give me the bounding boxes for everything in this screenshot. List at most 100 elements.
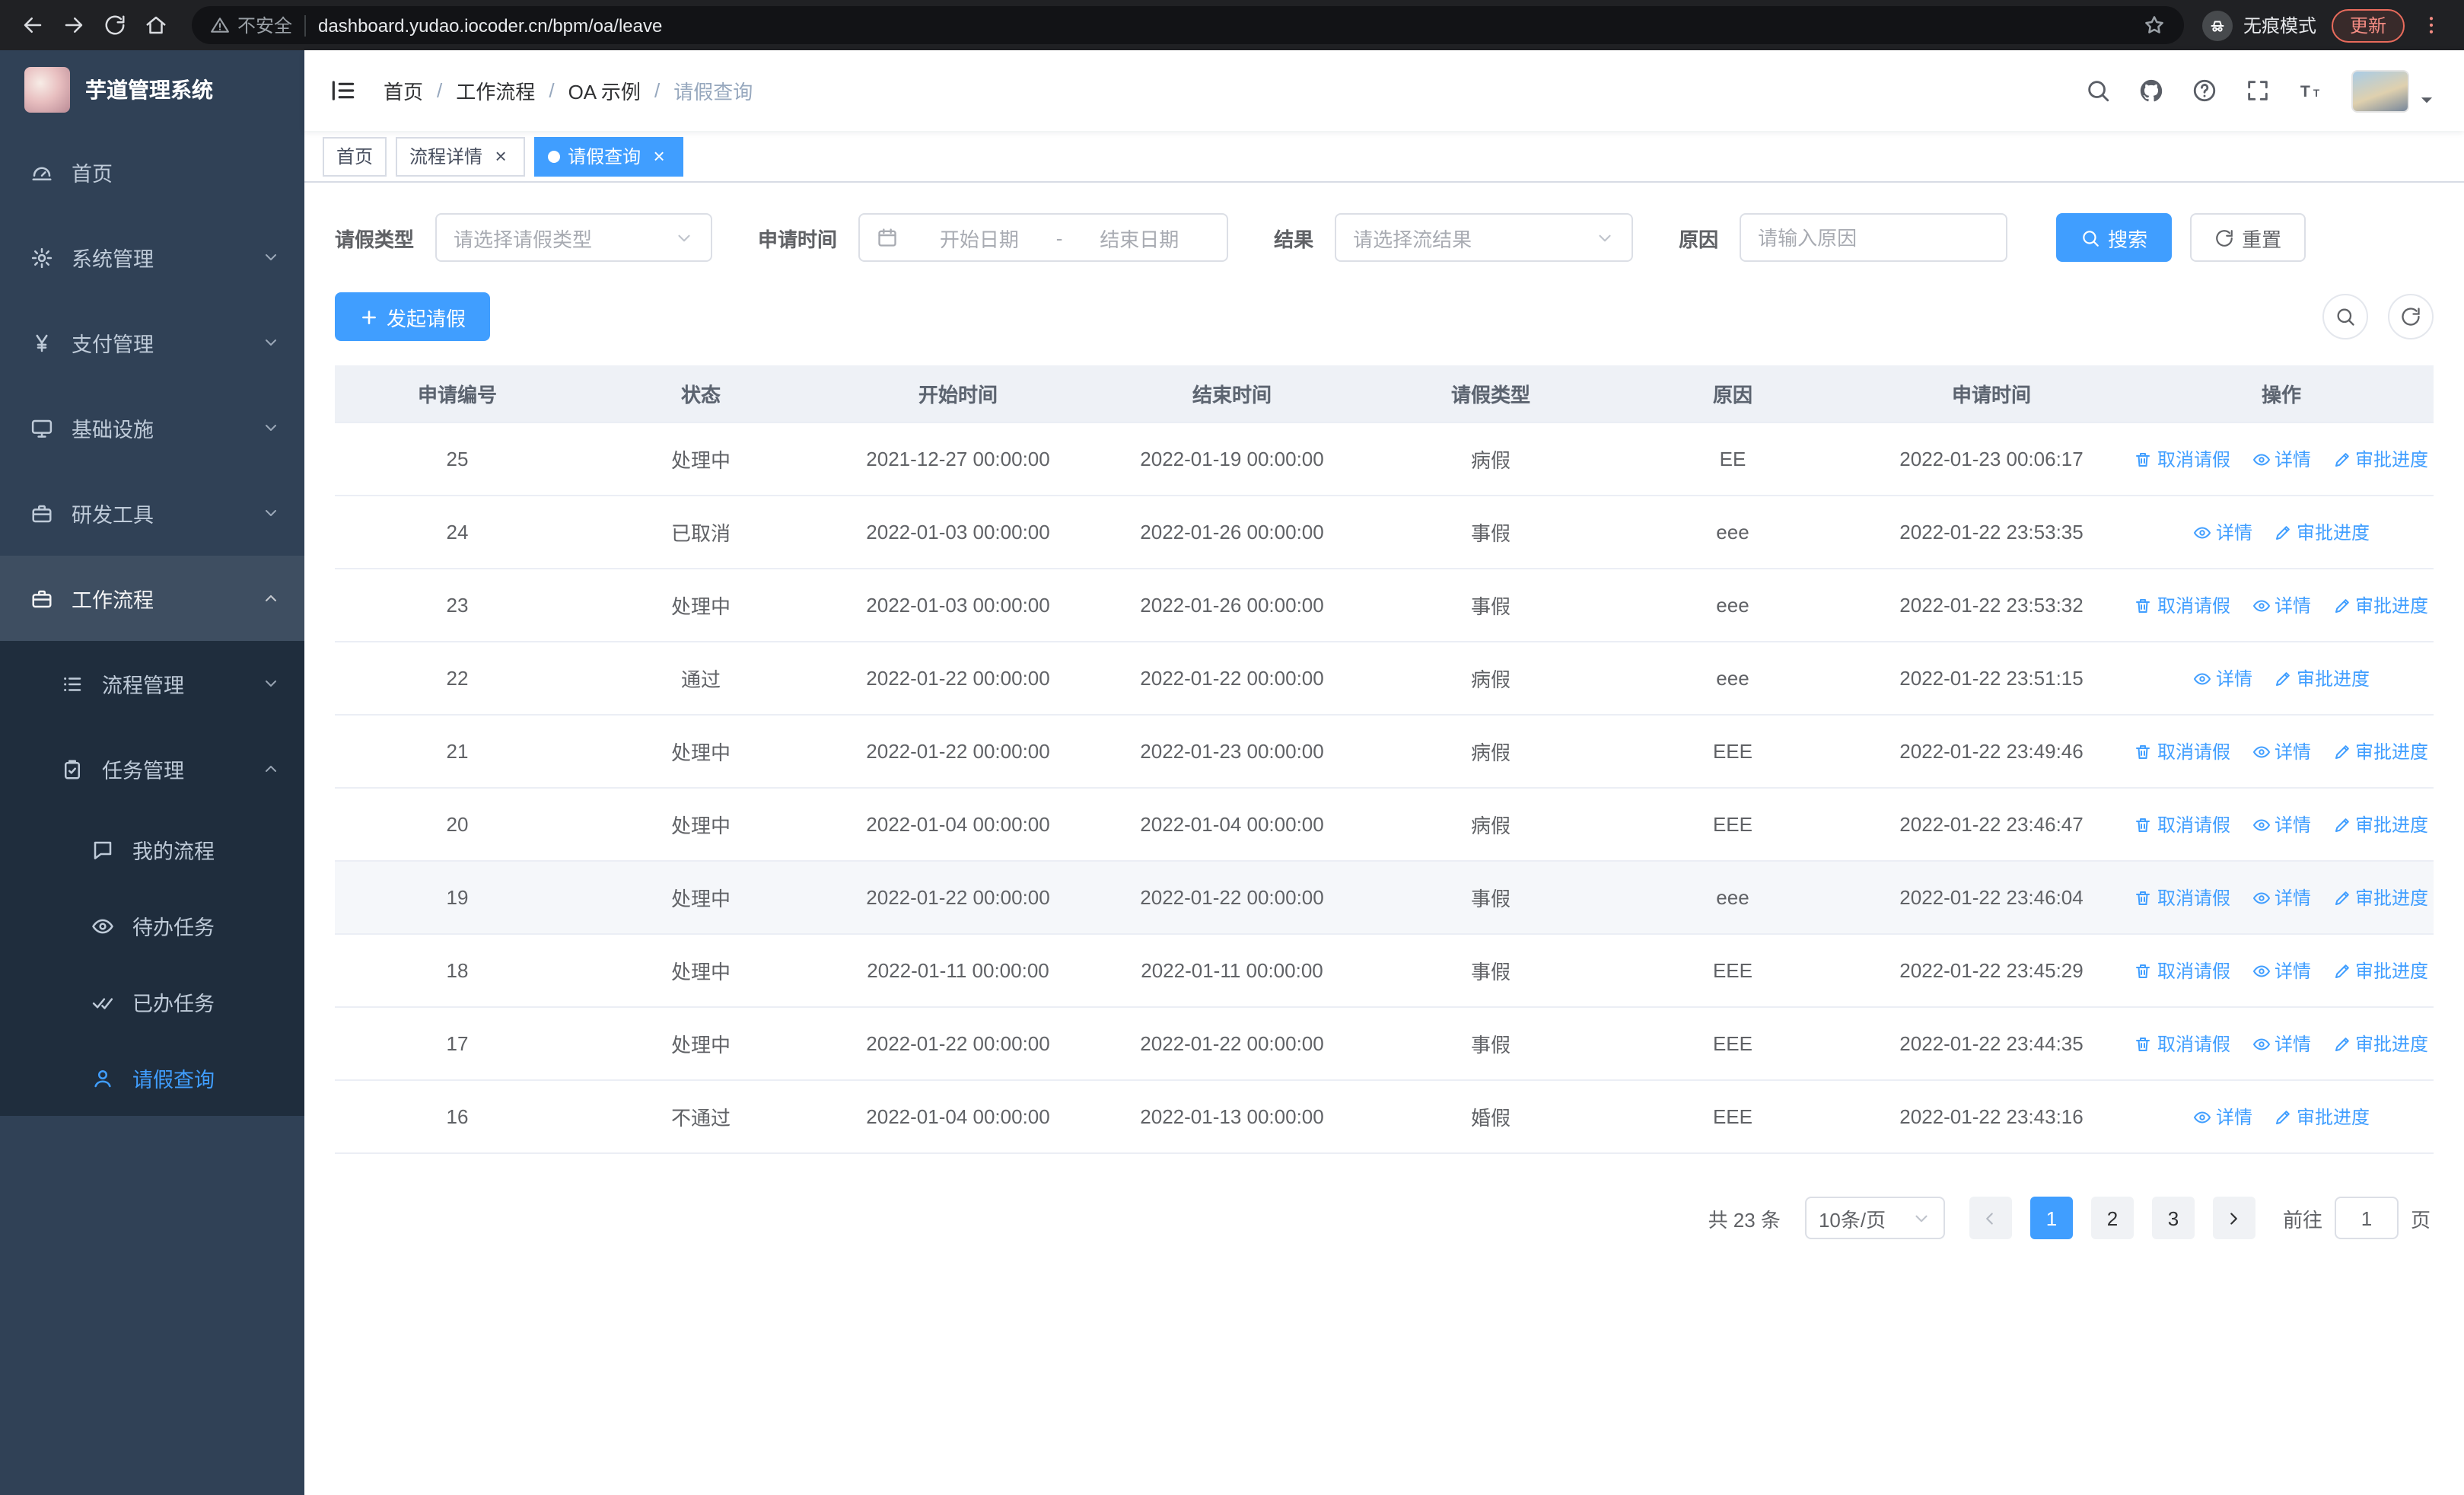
cell-status: 处理中 xyxy=(670,1034,731,1057)
detail-link[interactable]: 详情 xyxy=(2252,958,2311,983)
table-row: 19 处理中 2022-01-22 00:00:00 2022-01-22 00:00… xyxy=(335,862,2434,935)
close-icon[interactable]: × xyxy=(490,145,511,167)
breadcrumb-item[interactable]: 首页 xyxy=(384,76,423,105)
cancel-leave-link[interactable]: 取消请假 xyxy=(2135,446,2230,472)
cancel-leave-link[interactable]: 取消请假 xyxy=(2135,1031,2230,1057)
approval-progress-link[interactable]: 审批进度 xyxy=(2332,811,2428,837)
detail-link[interactable]: 详情 xyxy=(2252,885,2311,910)
approval-progress-link[interactable]: 审批进度 xyxy=(2332,958,2428,983)
apply-time-range-picker[interactable]: 开始日期 - 结束日期 xyxy=(858,213,1229,262)
bookmark-star-icon[interactable] xyxy=(2143,14,2166,37)
cancel-leave-link[interactable]: 取消请假 xyxy=(2135,738,2230,764)
sidebar-item-payment-management[interactable]: 支付管理 xyxy=(0,300,304,385)
prev-page-button[interactable] xyxy=(1969,1197,2012,1239)
breadcrumb-item[interactable]: 工作流程 xyxy=(456,76,535,105)
detail-link[interactable]: 详情 xyxy=(2252,592,2311,618)
app-logo[interactable]: 芋道管理系统 xyxy=(0,50,304,129)
tab-home[interactable]: 首页 xyxy=(323,136,387,176)
detail-link[interactable]: 详情 xyxy=(2193,665,2252,691)
column-header: 状态 xyxy=(680,384,721,406)
font-size-icon[interactable] xyxy=(2298,78,2324,104)
cell-reason: EEE xyxy=(1712,740,1752,763)
sidebar-item-process-management[interactable]: 流程管理 xyxy=(0,641,304,726)
breadcrumb-item[interactable]: OA 示例 xyxy=(568,76,641,105)
page-button-2[interactable]: 2 xyxy=(2090,1197,2134,1239)
approval-progress-link[interactable]: 审批进度 xyxy=(2274,519,2370,545)
page-button-3[interactable]: 3 xyxy=(2151,1197,2195,1239)
eye-icon xyxy=(2252,815,2270,834)
sidebar-item-dev-tools[interactable]: 研发工具 xyxy=(0,470,304,556)
cell-actions: 详情 审批进度 xyxy=(2129,1081,2434,1152)
sidebar-item-label: 工作流程 xyxy=(72,589,154,612)
security-indicator[interactable]: 不安全 xyxy=(210,12,292,38)
approval-progress-link[interactable]: 审批进度 xyxy=(2332,885,2428,910)
active-tab-dot xyxy=(548,150,561,162)
sidebar-item-infrastructure[interactable]: 基础设施 xyxy=(0,385,304,470)
approval-progress-link[interactable]: 审批进度 xyxy=(2332,1031,2428,1057)
chevron-down-icon xyxy=(262,674,280,693)
close-icon[interactable]: × xyxy=(648,145,670,167)
sidebar-item-workflow[interactable]: 工作流程 xyxy=(0,556,304,641)
detail-link[interactable]: 详情 xyxy=(2252,811,2311,837)
forward-button[interactable] xyxy=(53,5,94,46)
reload-button[interactable] xyxy=(94,5,135,46)
home-button[interactable] xyxy=(135,5,177,46)
sidebar-item-task-management[interactable]: 任务管理 xyxy=(0,726,304,811)
sidebar: 芋道管理系统 首页 系统管理 支付管理 基础设施研发工具工作流程流程管理 任务管理 我的流… xyxy=(0,50,304,1495)
cell-status: 不通过 xyxy=(670,1107,731,1130)
approval-progress-link[interactable]: 审批进度 xyxy=(2274,1104,2370,1130)
next-page-button[interactable] xyxy=(2212,1197,2255,1239)
avatar xyxy=(2351,69,2409,112)
help-icon[interactable] xyxy=(2192,78,2217,104)
sidebar-item-my-process[interactable]: 我的流程 xyxy=(0,811,304,888)
browser-menu-button[interactable] xyxy=(2411,5,2452,46)
cell-reason: eee xyxy=(1716,667,1749,690)
toggle-search-button[interactable] xyxy=(2322,294,2368,339)
search-icon[interactable] xyxy=(2085,78,2111,104)
sidebar-item-label: 研发工具 xyxy=(72,504,154,527)
filter-form: 请假类型 请选择请假类型 申请时间 开始日期 - 结束日期 结果 请选择流结果 xyxy=(335,213,2434,262)
sidebar-item-todo-tasks[interactable]: 待办任务 xyxy=(0,888,304,964)
detail-link[interactable]: 详情 xyxy=(2193,519,2252,545)
back-button[interactable] xyxy=(12,5,53,46)
sidebar-item-done-tasks[interactable]: 已办任务 xyxy=(0,964,304,1040)
page-button-1[interactable]: 1 xyxy=(2029,1197,2073,1239)
page-size-select[interactable]: 10条/页 xyxy=(1804,1197,1945,1239)
chrome-update-button[interactable]: 更新 xyxy=(2331,8,2405,42)
cell-actions: 详情 审批进度 xyxy=(2129,642,2434,714)
user-avatar-menu[interactable] xyxy=(2351,69,2440,112)
approval-progress-link[interactable]: 审批进度 xyxy=(2332,592,2428,618)
tab-label: 请假查询 xyxy=(568,146,641,167)
cancel-leave-link[interactable]: 取消请假 xyxy=(2135,885,2230,910)
reason-input[interactable] xyxy=(1740,213,2008,262)
cancel-leave-link[interactable]: 取消请假 xyxy=(2135,592,2230,618)
result-select[interactable]: 请选择流结果 xyxy=(1335,213,1634,262)
approval-progress-link[interactable]: 审批进度 xyxy=(2274,665,2370,691)
approval-progress-link[interactable]: 审批进度 xyxy=(2332,738,2428,764)
create-leave-button[interactable]: 发起请假 xyxy=(335,292,491,341)
tab-process-detail[interactable]: 流程详情 × xyxy=(396,136,526,176)
sidebar-item-home[interactable]: 首页 xyxy=(0,129,304,215)
logo-avatar xyxy=(24,67,70,113)
sidebar-collapse-icon[interactable] xyxy=(329,76,358,105)
action-label: 详情 xyxy=(2275,814,2312,836)
sidebar-item-leave-query[interactable]: 请假查询 xyxy=(0,1040,304,1116)
cancel-leave-link[interactable]: 取消请假 xyxy=(2135,958,2230,983)
goto-page-input[interactable] xyxy=(2334,1197,2399,1239)
detail-link[interactable]: 详情 xyxy=(2252,1031,2311,1057)
cell-reason: eee xyxy=(1716,521,1749,543)
tab-leave-query[interactable]: 请假查询 × xyxy=(534,136,684,176)
cancel-leave-link[interactable]: 取消请假 xyxy=(2135,811,2230,837)
refresh-table-button[interactable] xyxy=(2388,294,2434,339)
search-button[interactable]: 搜索 xyxy=(2056,213,2173,262)
approval-progress-link[interactable]: 审批进度 xyxy=(2332,446,2428,472)
sidebar-item-system-management[interactable]: 系统管理 xyxy=(0,215,304,300)
fullscreen-icon[interactable] xyxy=(2245,78,2271,104)
leave-type-select[interactable]: 请选择请假类型 xyxy=(435,213,713,262)
detail-link[interactable]: 详情 xyxy=(2252,446,2311,472)
github-icon[interactable] xyxy=(2138,78,2164,104)
detail-link[interactable]: 详情 xyxy=(2193,1104,2252,1130)
reset-button[interactable]: 重置 xyxy=(2190,213,2306,262)
address-bar[interactable]: 不安全 dashboard.yudao.iocoder.cn/bpm/oa/le… xyxy=(192,6,2184,44)
detail-link[interactable]: 详情 xyxy=(2252,738,2311,764)
